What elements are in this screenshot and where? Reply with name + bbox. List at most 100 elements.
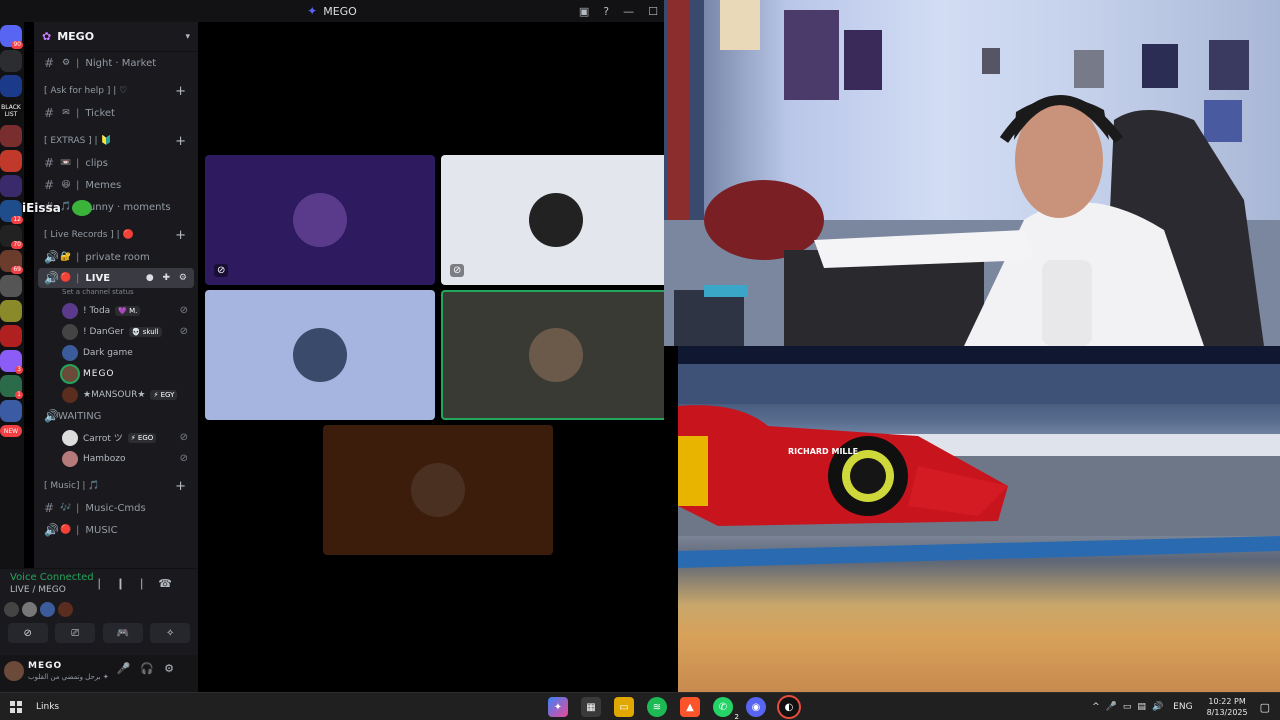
clock[interactable]: 10:22 PM 8/13/2025 <box>1207 696 1248 718</box>
add-channel-icon[interactable]: + <box>175 84 186 99</box>
channel-music-cmds[interactable]: # 🎶 | Music-Cmds <box>34 497 198 519</box>
unread-badge: 12 <box>11 216 23 224</box>
separator: | <box>76 107 80 119</box>
channel-list: ✿ MEGO ▾ # ⚙ | Night · Market [ Ask for … <box>34 22 198 568</box>
speaker-icon: 🔊 <box>44 250 59 264</box>
participant-tile[interactable] <box>441 290 671 420</box>
noise-suppression-icon[interactable]: ❘❙❘ <box>95 577 159 590</box>
server-icon[interactable]: 70 <box>0 225 23 249</box>
help-icon[interactable]: ? <box>603 5 609 18</box>
add-channel-icon[interactable]: + <box>175 228 186 243</box>
category-extras[interactable]: [ EXTRAS ] | 🔰 + <box>34 130 198 152</box>
title-bar: ✦ MEGO ▣ ? — ☐ <box>0 0 664 22</box>
add-channel-icon[interactable]: + <box>175 134 186 149</box>
voice-user[interactable]: ! Toda 💜 M. ⊘ <box>34 300 198 321</box>
activity-button[interactable]: 🎮 <box>102 623 143 643</box>
server-icon[interactable] <box>0 400 22 422</box>
microphone-icon[interactable]: 🎤 <box>117 662 141 675</box>
avatar[interactable] <box>4 602 19 617</box>
disconnect-icon[interactable]: ☎ <box>158 577 184 590</box>
channel-status[interactable]: Set a channel status <box>34 288 198 300</box>
brave-icon[interactable]: ▲ <box>680 697 700 717</box>
server-icon[interactable]: 1 <box>0 375 23 399</box>
copilot-icon[interactable]: ✦ <box>548 697 568 717</box>
voice-user[interactable]: ★MANSOUR★ ⚡ EGY <box>34 384 198 405</box>
avatar[interactable] <box>40 602 55 617</box>
language-indicator[interactable]: ENG <box>1173 702 1192 712</box>
add-channel-icon[interactable]: + <box>175 479 186 494</box>
volume-icon[interactable]: 🔊 <box>1152 702 1169 712</box>
category-live-records[interactable]: [ Live Records ] | 🔴 + <box>34 224 198 246</box>
participant-tile[interactable] <box>323 425 553 555</box>
channel-ticket[interactable]: # ✉ | Ticket <box>34 102 198 124</box>
gear-icon[interactable]: ⚙ <box>164 662 184 675</box>
wall-poster <box>982 48 1000 74</box>
category-music[interactable]: [ Music] | 🎵 + <box>34 475 198 497</box>
server-icon[interactable] <box>0 125 22 147</box>
server-icon[interactable] <box>0 150 22 172</box>
headphones-icon[interactable]: 🎧 <box>140 662 164 675</box>
server-icon[interactable]: BLACK LIST <box>0 100 22 122</box>
notification-icon[interactable]: ▢ <box>1260 701 1270 714</box>
microphone-icon[interactable]: 🎤 <box>1106 702 1123 712</box>
battery-icon[interactable]: ▭ <box>1123 702 1138 712</box>
server-icon[interactable] <box>0 75 22 97</box>
voice-user[interactable]: Carrot ツ ⚡ EGO ⊘ <box>34 427 198 448</box>
avatar[interactable] <box>58 602 73 617</box>
voice-user[interactable]: MEGO <box>34 363 198 384</box>
wall-poster <box>1142 44 1178 88</box>
red-chair <box>704 180 824 260</box>
discord-icon[interactable]: ◉ <box>746 697 766 717</box>
server-icon[interactable]: 69 <box>0 250 23 274</box>
server-icon[interactable]: 90 <box>0 25 23 49</box>
links-toolbar[interactable]: Links <box>36 702 59 712</box>
participant-tile[interactable] <box>205 290 435 420</box>
obs-icon[interactable]: ◐ <box>779 697 799 717</box>
user-name[interactable]: MEGO <box>28 661 62 671</box>
channel-waiting[interactable]: 🔊 WAITING <box>34 405 198 427</box>
user-controls: 🎤🎧⚙ <box>117 662 184 675</box>
channel-label: Ticket <box>85 107 115 119</box>
channel-tools[interactable]: ● ✚ ⚙ <box>146 273 190 283</box>
screen-share-button[interactable]: ⎚ <box>55 623 96 643</box>
participant-tile[interactable]: ⊘ <box>205 155 435 285</box>
channel-music[interactable]: 🔊 🔴 | MUSIC <box>34 519 198 541</box>
server-icon[interactable]: 3 <box>0 350 23 374</box>
category-label: [ Ask for help ] | ♡ <box>44 86 128 96</box>
server-icon[interactable] <box>0 50 22 72</box>
voice-user[interactable]: Hambozo ⊘ <box>34 448 198 469</box>
minimize-button[interactable]: — <box>623 5 634 18</box>
category-ask-for-help[interactable]: [ Ask for help ] | ♡ + <box>34 80 198 102</box>
server-icon[interactable] <box>0 325 22 347</box>
channel-private-room[interactable]: 🔊 🔐 | private room <box>34 246 198 268</box>
voice-user[interactable]: ! DanGer 💀 skull ⊘ <box>34 321 198 342</box>
server-icon[interactable] <box>0 300 22 322</box>
channel-clips[interactable]: # 📼 | clips <box>34 152 198 174</box>
channel-live[interactable]: 🔊 🔴 | LIVE ● ✚ ⚙ <box>38 268 194 288</box>
avatar <box>62 302 78 319</box>
windows-start-icon[interactable] <box>10 700 22 713</box>
voice-user[interactable]: Dark game <box>34 342 198 363</box>
server-icon[interactable] <box>0 175 22 197</box>
inbox-icon[interactable]: ▣ <box>579 5 589 18</box>
avatar[interactable] <box>4 661 24 681</box>
maximize-button[interactable]: ☐ <box>648 5 658 18</box>
channel-memes[interactable]: # 😆 | Memes <box>34 174 198 196</box>
participant-tile[interactable]: ⊘ <box>441 155 671 285</box>
server-icon[interactable]: 12 <box>0 200 23 224</box>
file-explorer-icon[interactable]: ▭ <box>614 697 634 717</box>
spotify-icon[interactable]: ≋ <box>647 697 667 717</box>
chevron-up-icon[interactable]: ^ <box>1092 702 1106 712</box>
avatar <box>411 463 465 517</box>
camera-off-button[interactable]: ⊘ <box>7 623 48 643</box>
whatsapp-icon[interactable]: ✆ 2 <box>713 697 739 720</box>
network-icon[interactable]: ▤ <box>1137 702 1152 712</box>
avatar[interactable] <box>22 602 37 617</box>
channel-night-market[interactable]: # ⚙ | Night · Market <box>34 52 198 74</box>
soundboard-button[interactable]: ✧ <box>150 623 191 643</box>
voice-connected-label[interactable]: Voice Connected <box>10 572 94 583</box>
voice-channel-name[interactable]: LIVE / MEGO <box>10 585 66 595</box>
server-header[interactable]: ✿ MEGO ▾ <box>34 22 198 52</box>
server-icon[interactable] <box>0 275 22 297</box>
store-icon[interactable]: ▦ <box>581 697 601 717</box>
